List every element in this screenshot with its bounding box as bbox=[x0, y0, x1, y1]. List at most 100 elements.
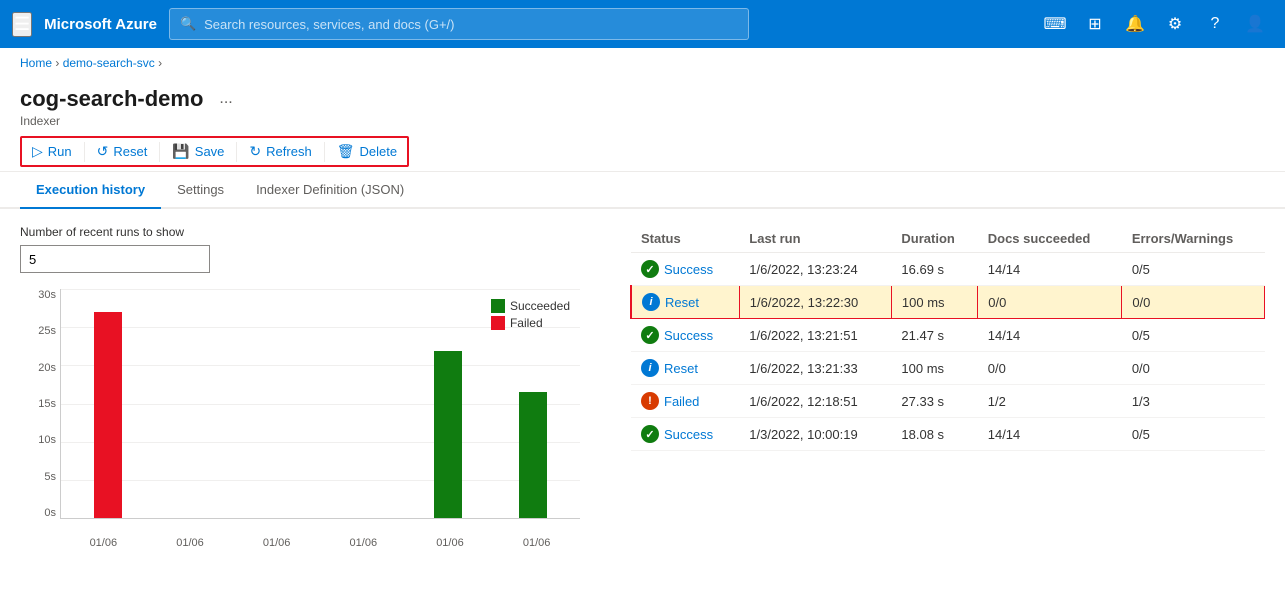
last-run-cell: 1/6/2022, 13:22:30 bbox=[739, 286, 891, 319]
runs-input[interactable] bbox=[20, 245, 210, 273]
duration-cell: 100 ms bbox=[891, 352, 977, 385]
col-header-status: Status bbox=[631, 225, 739, 253]
page-subtitle: Indexer bbox=[20, 114, 1265, 128]
y-label-15: 15s bbox=[38, 398, 56, 410]
status-cell: Reset bbox=[631, 286, 739, 319]
page-header: cog-search-demo ... Indexer ▷ Run ↺ Rese… bbox=[0, 78, 1285, 172]
chart-legend: Succeeded Failed bbox=[491, 299, 570, 333]
delete-icon: 🗑 bbox=[337, 143, 355, 160]
help-button[interactable]: ? bbox=[1197, 6, 1233, 42]
docs-cell: 14/14 bbox=[978, 253, 1122, 286]
legend-failed: Failed bbox=[491, 316, 570, 330]
x-label-1: 01/06 bbox=[90, 537, 118, 549]
breadcrumb-home[interactable]: Home bbox=[20, 56, 52, 70]
duration-cell: 16.69 s bbox=[891, 253, 977, 286]
status-text: Success bbox=[664, 328, 713, 343]
status-link[interactable]: Success bbox=[641, 260, 729, 278]
y-label-0: 0s bbox=[44, 507, 56, 519]
table-row: Reset 1/6/2022, 13:22:30 100 ms 0/0 0/0 bbox=[631, 286, 1265, 319]
status-text: Failed bbox=[664, 394, 699, 409]
save-button[interactable]: 💾 Save bbox=[162, 138, 234, 165]
search-input[interactable] bbox=[204, 17, 738, 32]
status-cell: Success bbox=[631, 319, 739, 352]
docs-cell: 0/0 bbox=[978, 286, 1122, 319]
duration-cell: 27.33 s bbox=[891, 385, 977, 418]
notifications-button[interactable]: 🔔 bbox=[1117, 6, 1153, 42]
status-cell: Success bbox=[631, 418, 739, 451]
run-icon: ▷ bbox=[32, 143, 43, 160]
col-header-docs: Docs succeeded bbox=[978, 225, 1122, 253]
runs-label: Number of recent runs to show bbox=[20, 225, 600, 239]
settings-button[interactable]: ⚙ bbox=[1157, 6, 1193, 42]
table-row: Success 1/3/2022, 10:00:19 18.08 s 14/14… bbox=[631, 418, 1265, 451]
status-cell: Success bbox=[631, 253, 739, 286]
breadcrumb: Home › demo-search-svc › bbox=[0, 48, 1285, 78]
docs-cell: 0/0 bbox=[978, 352, 1122, 385]
bar-6 bbox=[519, 392, 547, 518]
docs-cell: 14/14 bbox=[978, 418, 1122, 451]
directory-button[interactable]: ⊞ bbox=[1077, 6, 1113, 42]
status-link[interactable]: Reset bbox=[641, 359, 729, 377]
status-link[interactable]: Success bbox=[641, 326, 729, 344]
run-button[interactable]: ▷ Run bbox=[22, 138, 82, 165]
tab-indexer-definition[interactable]: Indexer Definition (JSON) bbox=[240, 172, 420, 209]
y-label-20: 20s bbox=[38, 362, 56, 374]
errors-cell: 0/5 bbox=[1122, 418, 1265, 451]
save-icon: 💾 bbox=[172, 143, 189, 160]
errors-cell: 0/5 bbox=[1122, 253, 1265, 286]
status-link[interactable]: Success bbox=[641, 425, 729, 443]
account-button[interactable]: 👤 bbox=[1237, 6, 1273, 42]
tabs-bar: Execution history Settings Indexer Defin… bbox=[0, 172, 1285, 209]
delete-button[interactable]: 🗑 Delete bbox=[327, 138, 407, 165]
page-title: cog-search-demo bbox=[20, 86, 203, 112]
legend-succeeded-label: Succeeded bbox=[510, 299, 570, 313]
legend-failed-color bbox=[491, 316, 505, 330]
last-run-cell: 1/6/2022, 13:21:33 bbox=[739, 352, 891, 385]
search-bar: 🔍 bbox=[169, 8, 749, 40]
duration-cell: 100 ms bbox=[891, 286, 977, 319]
status-link[interactable]: Reset bbox=[642, 293, 729, 311]
status-text: Reset bbox=[664, 361, 698, 376]
bar-1 bbox=[94, 312, 122, 518]
docs-cell: 1/2 bbox=[978, 385, 1122, 418]
toolbar-divider-2 bbox=[159, 142, 160, 162]
bar-5 bbox=[434, 351, 462, 518]
x-label-2: 01/06 bbox=[176, 537, 204, 549]
more-options-button[interactable]: ... bbox=[213, 88, 238, 110]
status-icon-info bbox=[642, 293, 660, 311]
status-icon-success bbox=[641, 425, 659, 443]
last-run-cell: 1/3/2022, 10:00:19 bbox=[739, 418, 891, 451]
status-link[interactable]: Failed bbox=[641, 392, 729, 410]
status-text: Success bbox=[664, 262, 713, 277]
menu-button[interactable]: ☰ bbox=[12, 12, 32, 37]
main-content: Number of recent runs to show 30s 25s 20… bbox=[0, 209, 1285, 609]
refresh-icon: ↻ bbox=[249, 143, 261, 160]
toolbar-divider-3 bbox=[236, 142, 237, 162]
status-icon-failed bbox=[641, 392, 659, 410]
nav-icons: ⌨ ⊞ 🔔 ⚙ ? 👤 bbox=[1037, 6, 1273, 42]
duration-cell: 18.08 s bbox=[891, 418, 977, 451]
table-row: Reset 1/6/2022, 13:21:33 100 ms 0/0 0/0 bbox=[631, 352, 1265, 385]
refresh-button[interactable]: ↻ Refresh bbox=[239, 138, 321, 165]
errors-cell: 0/0 bbox=[1122, 286, 1265, 319]
errors-cell: 0/0 bbox=[1122, 352, 1265, 385]
table-row: Success 1/6/2022, 13:23:24 16.69 s 14/14… bbox=[631, 253, 1265, 286]
search-icon: 🔍 bbox=[180, 16, 196, 32]
table-row: Failed 1/6/2022, 12:18:51 27.33 s 1/2 1/… bbox=[631, 385, 1265, 418]
tab-execution-history[interactable]: Execution history bbox=[20, 172, 161, 209]
legend-succeeded-color bbox=[491, 299, 505, 313]
x-label-3: 01/06 bbox=[263, 537, 291, 549]
breadcrumb-service[interactable]: demo-search-svc bbox=[63, 56, 155, 70]
tab-settings[interactable]: Settings bbox=[161, 172, 240, 209]
y-label-25: 25s bbox=[38, 325, 56, 337]
x-label-5: 01/06 bbox=[436, 537, 464, 549]
reset-icon: ↺ bbox=[97, 143, 109, 160]
reset-button[interactable]: ↺ Reset bbox=[87, 138, 158, 165]
x-axis: 01/06 01/06 01/06 01/06 01/06 01/06 bbox=[60, 537, 580, 549]
duration-cell: 21.47 s bbox=[891, 319, 977, 352]
docs-cell: 14/14 bbox=[978, 319, 1122, 352]
x-label-6: 01/06 bbox=[523, 537, 551, 549]
toolbar: ▷ Run ↺ Reset 💾 Save ↻ Refresh 🗑 Delete bbox=[22, 138, 407, 165]
cloud-shell-button[interactable]: ⌨ bbox=[1037, 6, 1073, 42]
status-icon-info bbox=[641, 359, 659, 377]
